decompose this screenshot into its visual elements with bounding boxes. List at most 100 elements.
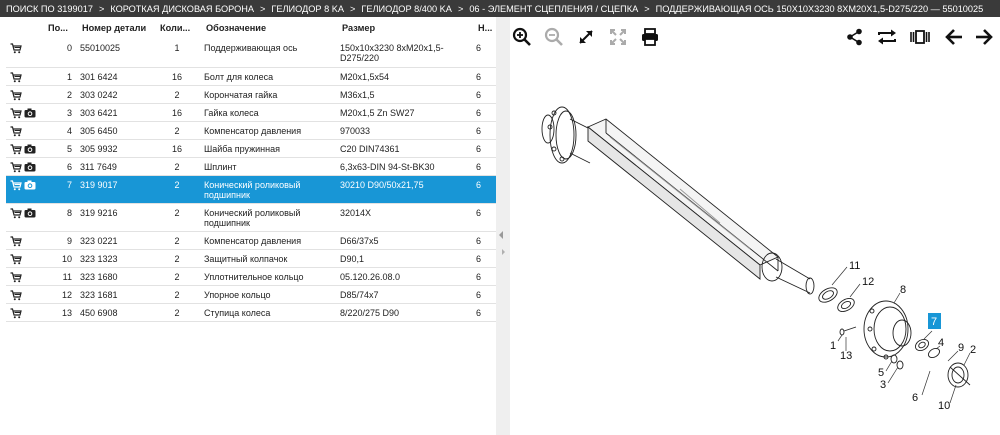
cart-icon[interactable]	[10, 253, 24, 265]
callout-3[interactable]: 3	[880, 379, 886, 391]
camera-icon[interactable]	[24, 144, 46, 154]
collapse-left-icon[interactable]	[499, 231, 503, 239]
header-designation[interactable]: Обозначение	[204, 17, 340, 39]
cell-unit: 6	[476, 207, 482, 218]
collapse-right-icon[interactable]	[502, 249, 505, 255]
share-button[interactable]	[843, 25, 867, 49]
callout-9[interactable]: 9	[958, 342, 964, 354]
panel-splitter[interactable]	[496, 17, 510, 435]
cell-part-number: 301 6424	[80, 71, 118, 82]
cart-icon[interactable]	[10, 89, 24, 101]
cell-unit: 6	[476, 289, 482, 300]
header-quantity[interactable]: Коли...	[158, 17, 204, 39]
cart-icon[interactable]	[10, 71, 24, 83]
table-row[interactable]: 3 303 6421 16 Гайка колеса M20x1,5 Zn SW27 6	[6, 103, 496, 121]
camera-icon[interactable]	[24, 208, 46, 218]
cell-designation: Конический роликовый подшипник	[204, 179, 301, 200]
cell-size: 150x10x3230 8xM20x1,5-D275/220	[340, 43, 444, 63]
callout-10[interactable]: 10	[938, 400, 950, 412]
add-to-cart-cell	[6, 175, 24, 203]
header-part-number[interactable]: Номер детали	[80, 17, 158, 39]
callout-11[interactable]: 11	[849, 260, 860, 272]
camera-icon[interactable]	[24, 108, 46, 118]
table-row[interactable]: 8 319 9216 2 Конический роликовый подшипник…	[6, 203, 496, 231]
swap-button[interactable]	[875, 25, 899, 49]
cell-designation: Компенсатор давления	[204, 125, 302, 136]
cell-quantity: 2	[174, 207, 180, 218]
table-row[interactable]: 7 319 9017 2 Конический роликовый подшипник…	[6, 175, 496, 203]
camera-icon[interactable]	[24, 162, 46, 172]
cell-unit: 6	[476, 271, 482, 282]
table-row[interactable]: 5 305 9932 16 Шайба пружинная C20 DIN74361 6	[6, 139, 496, 157]
cell-unit: 6	[476, 143, 482, 154]
table-row[interactable]: 4 305 6450 2 Компенсатор давления 970033 6	[6, 121, 496, 139]
arrow-right-icon	[976, 29, 993, 45]
table-row[interactable]: 12 323 1681 2 Упорное кольцо D85/74x7 6	[6, 285, 496, 303]
cart-icon[interactable]	[10, 43, 24, 54]
cart-icon[interactable]	[10, 271, 24, 283]
table-row[interactable]: 1 301 6424 16 Болт для колеса M20x1,5x54 6	[6, 67, 496, 85]
callout-2[interactable]: 2	[970, 344, 976, 356]
cell-quantity: 16	[171, 71, 182, 82]
cart-icon[interactable]	[10, 289, 24, 301]
part-7-bearing[interactable]	[913, 337, 930, 353]
breadcrumb-item[interactable]: ГЕЛИОДОР 8 KA	[271, 4, 344, 14]
zoom-in-button[interactable]	[510, 25, 534, 49]
zoom-out-button[interactable]	[542, 25, 566, 49]
breadcrumb-item[interactable]: ГЕЛИОДОР 8/400 KA	[361, 4, 452, 14]
part-12-thrust-ring[interactable]	[835, 296, 856, 315]
breadcrumb-item[interactable]: 06 - ЭЛЕМЕНТ СЦЕПЛЕНИЯ / СЦЕПКА	[469, 4, 638, 14]
header-position[interactable]: По...	[46, 17, 80, 39]
add-to-cart-cell	[6, 267, 24, 285]
cell-size: D90,1	[340, 253, 365, 264]
part-10-cap[interactable]	[947, 362, 971, 388]
next-button[interactable]	[972, 25, 996, 49]
exploded-view-diagram[interactable]: 11 12 8 7 4 9 2 1 13 5 3 6 10	[510, 67, 1000, 435]
table-row[interactable]: 13 450 6908 2 Ступица колеса 8/220/275 D90 6	[6, 303, 496, 321]
cart-icon[interactable]	[10, 161, 24, 173]
cart-icon[interactable]	[10, 107, 24, 119]
callout-4[interactable]: 4	[938, 337, 944, 349]
parts-table: По... Номер детали Коли... Обозначение Р…	[6, 17, 496, 322]
callout-7[interactable]: 7	[931, 316, 937, 328]
add-to-cart-cell	[6, 249, 24, 267]
part-11-seal-ring[interactable]	[816, 285, 839, 305]
cart-icon[interactable]	[10, 307, 24, 319]
cell-part-number: 323 1681	[80, 289, 118, 300]
callout-12[interactable]: 12	[862, 276, 874, 288]
callout-1[interactable]: 1	[830, 340, 836, 352]
callout-8[interactable]: 8	[900, 284, 906, 296]
expand-button[interactable]	[574, 25, 598, 49]
header-unit[interactable]: Н...	[476, 17, 496, 39]
table-row[interactable]: 9 323 0221 2 Компенсатор давления D66/37x5 6	[6, 231, 496, 249]
table-row[interactable]: 0 55010025 1 Поддерживающая ось 150x10x3230 …	[6, 39, 496, 67]
camera-icon[interactable]	[24, 180, 46, 190]
cell-part-number: 319 9017	[80, 179, 118, 190]
callout-6[interactable]: 6	[912, 392, 918, 404]
cart-icon[interactable]	[10, 235, 24, 247]
cart-icon[interactable]	[10, 207, 24, 219]
part-8-wheel-hub[interactable]	[863, 300, 912, 360]
compare-button[interactable]	[908, 25, 932, 49]
breadcrumb-item[interactable]: ПОИСК ПО 3199017	[6, 4, 93, 14]
compare-icon	[910, 30, 930, 44]
cart-icon[interactable]	[10, 143, 24, 155]
cart-icon[interactable]	[10, 125, 24, 137]
print-button[interactable]	[638, 25, 662, 49]
fullscreen-button[interactable]	[606, 25, 630, 49]
table-row[interactable]: 10 323 1323 2 Защитный колпачок D90,1 6	[6, 249, 496, 267]
breadcrumb-item[interactable]: КОРОТКАЯ ДИСКОВАЯ БОРОНА	[110, 4, 254, 14]
bolt-parts[interactable]	[839, 326, 904, 370]
callout-13[interactable]: 13	[840, 350, 852, 362]
header-size[interactable]: Размер	[340, 17, 476, 39]
parts-list-panel: По... Номер детали Коли... Обозначение Р…	[0, 17, 496, 435]
table-row[interactable]: 2 303 0242 2 Корончатая гайка M36x1,5 6	[6, 85, 496, 103]
callout-5[interactable]: 5	[878, 367, 884, 379]
share-icon	[847, 28, 862, 46]
camera-cell	[24, 67, 46, 85]
zoom-out-icon	[544, 27, 563, 46]
previous-button[interactable]	[942, 25, 966, 49]
cart-icon[interactable]	[10, 179, 24, 191]
table-row[interactable]: 6 311 7649 2 Шплинт 6,3x63-DIN 94-St-BK30 6	[6, 157, 496, 175]
table-row[interactable]: 11 323 1680 2 Уплотнительное кольцо 05.120.2…	[6, 267, 496, 285]
